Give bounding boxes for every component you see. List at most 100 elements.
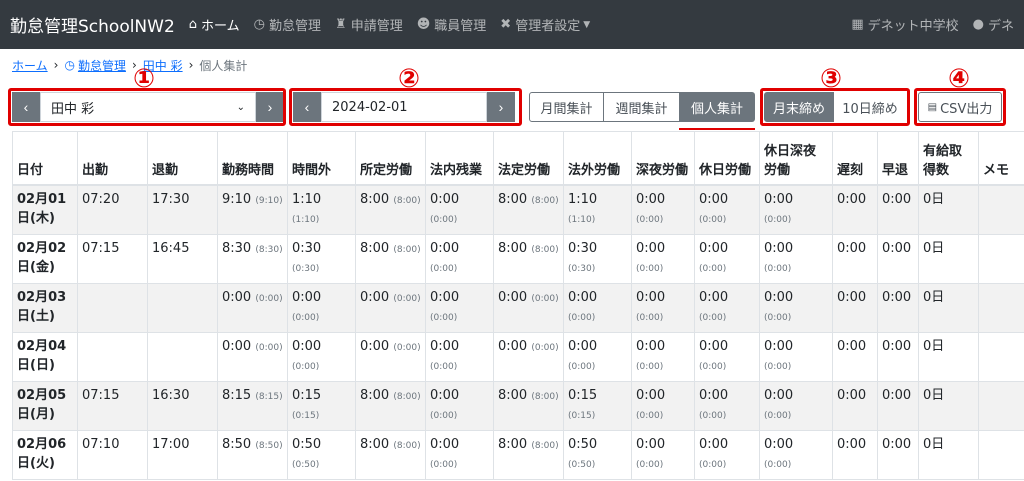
cell-holn: 0:00 (0:00) — [759, 184, 833, 235]
school-name-label: デネット中学校 — [867, 19, 959, 34]
cell-out: 17:00 — [147, 430, 218, 480]
tab-monthly[interactable]: 月間集計 — [529, 92, 604, 122]
column-header: 退勤 — [147, 131, 218, 186]
cell-value: 0:00 — [636, 289, 666, 305]
cell-extra: 1:10 (1:10) — [563, 184, 632, 235]
cell-out: 16:45 — [147, 234, 218, 284]
tab-weekly[interactable]: 週間集計 — [604, 92, 680, 122]
nav-admin-label: 管理者設定 — [515, 19, 581, 34]
cell-value: 0:00 — [764, 387, 794, 403]
cell-value: 0:00 — [837, 387, 867, 403]
brand[interactable]: 勤怠管理SchoolNW2 — [10, 12, 175, 37]
tools-icon: ✖ — [500, 17, 512, 32]
cell-value: 0:00 — [764, 436, 794, 452]
cell-late: 0:00 — [832, 184, 878, 235]
active-tab-underline — [679, 128, 755, 130]
breadcrumb-separator: › — [53, 58, 59, 72]
cell-date: 02月04日(日) — [12, 332, 78, 382]
cell-value: 0:50 — [568, 436, 598, 452]
cell-planned-value: (0:00) — [636, 459, 664, 470]
cell-planned-value: (0:00) — [699, 459, 727, 470]
cell-paid: 0日 — [918, 430, 979, 480]
home-icon: ⌂ — [188, 17, 198, 32]
cell-value: 8:50 — [222, 436, 252, 452]
nav-attendance[interactable]: ◷ 勤怠管理 — [254, 15, 321, 34]
cell-value: 0:00 — [882, 289, 912, 305]
cell-ot: 0:50 (0:50) — [287, 430, 356, 480]
cell-planned-value: (0:00) — [699, 312, 727, 323]
cell-value: 07:15 — [82, 387, 120, 403]
cell-planned-value: (0:00) — [430, 312, 458, 323]
cell-early: 0:00 — [877, 430, 919, 480]
nav-home[interactable]: ⌂ ホーム — [189, 15, 240, 34]
attendance-table-wrapper: 日付 出勤 退勤 勤務時間 時間外 所定労働 法内残業 法定労働 法外労働 深夜労働 休日労働 休日深… — [12, 131, 1024, 481]
cell-hol: 0:00 (0:00) — [694, 381, 760, 431]
cell-value: 0:00 — [882, 436, 912, 452]
nav-staff[interactable]: ☻ 職員管理 — [417, 15, 487, 34]
cell-value: 8:00 — [498, 191, 528, 207]
column-header: 遅刻 — [832, 131, 878, 186]
cell-value: 0:00 — [636, 436, 666, 452]
cell-value: 8:00 — [498, 240, 528, 256]
column-header: 法定労働 — [493, 131, 564, 186]
column-header: 有給取得数 — [918, 131, 979, 186]
cell-value: 8:00 — [360, 387, 390, 403]
nav-admin[interactable]: ✖ 管理者設定 ▼ — [500, 15, 590, 34]
cell-value: 0:00 — [764, 289, 794, 305]
user-menu[interactable]: ● デネ — [973, 15, 1014, 34]
marker-1: ① — [133, 64, 156, 94]
marker-4: ④ — [948, 64, 971, 94]
table-row: 02月05日(月) 07:15 16:30 8:15 (8:15) 0:15 (0:15… — [12, 381, 1024, 431]
marker-3: ③ — [820, 64, 843, 94]
nav-requests[interactable]: ♜ 申請管理 — [335, 15, 403, 34]
marker-2: ② — [398, 64, 421, 94]
cell-value: 0:00 — [498, 289, 528, 305]
cell-value: 8:00 — [498, 387, 528, 403]
cell-date: 02月01日(木) — [12, 184, 78, 235]
cell-value: 0:00 — [699, 436, 729, 452]
cell-planned-value: (0:15) — [568, 410, 596, 421]
tab-personal[interactable]: 個人集計 — [680, 92, 755, 122]
breadcrumb-home[interactable]: ホーム — [12, 57, 48, 74]
cell-planned-value: (0:50) — [568, 459, 596, 470]
cell-value: 0:00 — [430, 240, 460, 256]
cell-date: 02月06日(火) — [12, 430, 78, 480]
cell-ot: 0:15 (0:15) — [287, 381, 356, 431]
cell-planned-value: (0:00) — [430, 263, 458, 274]
cell-work: 8:50 (8:50) — [217, 430, 288, 480]
breadcrumb-attendance[interactable]: 勤怠管理 — [78, 57, 126, 74]
column-header: 時間外 — [287, 131, 356, 186]
cell-planned-value: (0:30) — [568, 263, 596, 274]
table-row: 02月03日(土) 0:00 (0:00) 0:00 (0:00) 0:00 (0:0… — [12, 283, 1024, 333]
users-icon: ☻ — [416, 17, 431, 32]
cell-paid: 0日 — [918, 283, 979, 333]
cell-value: 0:00 — [430, 191, 460, 207]
cell-inner: 0:00 (0:00) — [425, 430, 494, 480]
cell-value: 0日 — [923, 240, 945, 256]
cell-value: 07:15 — [82, 240, 120, 256]
column-header: 出勤 — [77, 131, 148, 186]
cell-value: 0日 — [923, 436, 945, 452]
cell-planned-value: (0:00) — [430, 410, 458, 421]
column-header: 早退 — [877, 131, 919, 186]
school-name[interactable]: ▦ デネット中学校 — [851, 15, 958, 34]
cell-out: 16:30 — [147, 381, 218, 431]
cell-value: 0:00 — [764, 338, 794, 354]
cell-early: 0:00 — [877, 184, 919, 235]
table-row: 02月04日(日) 0:00 (0:00) 0:00 (0:00) 0:00 (0:0… — [12, 332, 1024, 382]
cell-reg: 8:00 (8:00) — [355, 234, 426, 284]
cell-work: 9:10 (9:10) — [217, 184, 288, 235]
cell-date: 02月05日(月) — [12, 381, 78, 431]
cell-in: 07:15 — [77, 234, 148, 284]
cell-value: 0:30 — [292, 240, 322, 256]
cell-extra: 0:00 (0:00) — [563, 283, 632, 333]
cell-planned-value: (0:00) — [568, 361, 596, 372]
building-icon: ▦ — [851, 17, 864, 32]
cell-value: 0:00 — [360, 289, 390, 305]
cell-date: 02月02日(金) — [12, 234, 78, 284]
cell-value: 0:00 — [636, 387, 666, 403]
cell-value: 0:00 — [568, 289, 598, 305]
cell-value: 02月02日(金) — [17, 240, 67, 275]
cell-inner: 0:00 (0:00) — [425, 381, 494, 431]
cell-out — [147, 283, 218, 333]
